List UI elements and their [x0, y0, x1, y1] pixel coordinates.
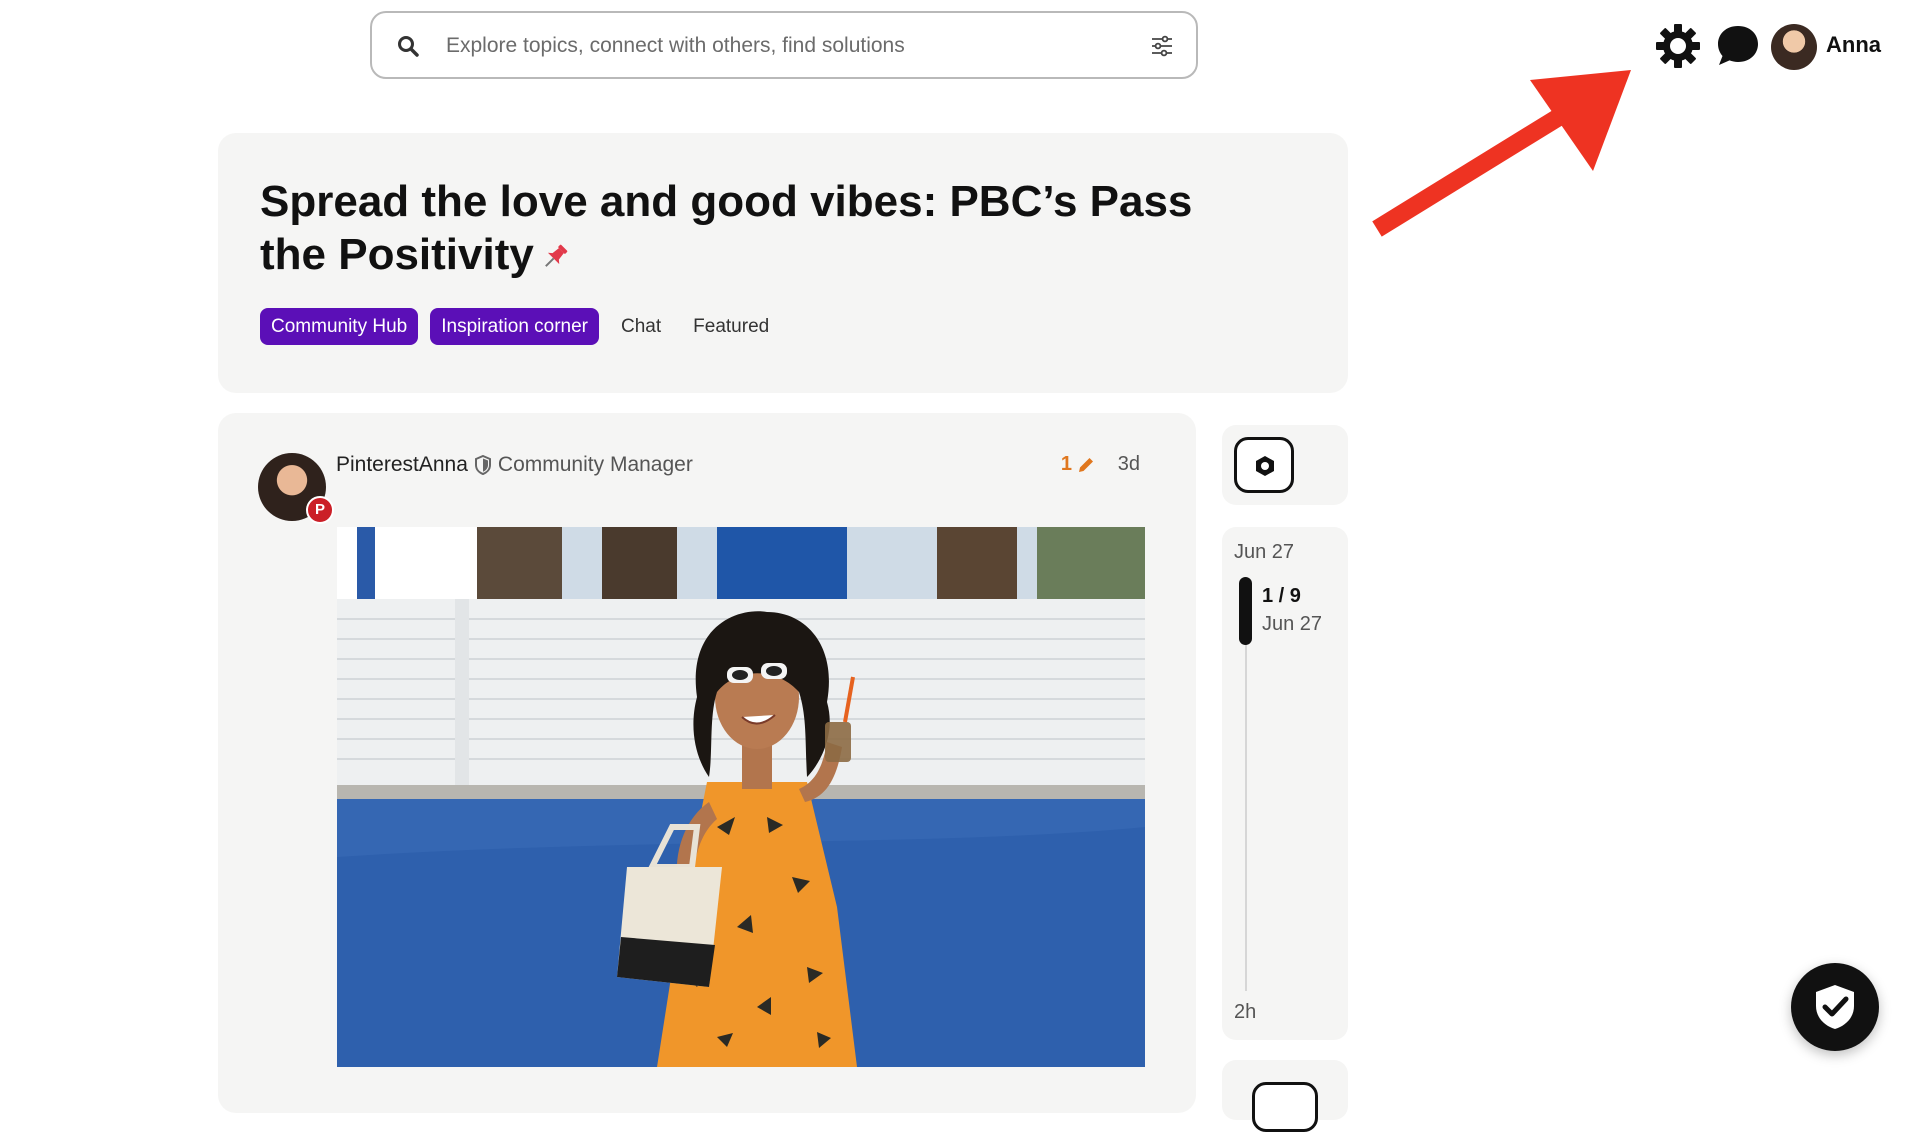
topic-footer-controls: [1222, 1060, 1348, 1132]
category-badge-community-hub[interactable]: Community Hub: [260, 308, 419, 345]
pencil-icon: [1079, 457, 1093, 472]
annotation-arrow: [1372, 70, 1631, 237]
post-photo: [337, 527, 1145, 1067]
post-image: [337, 527, 1145, 1067]
page-title: Spread the love and good vibes: PBC’s Pa…: [260, 175, 1260, 281]
hexagon-icon: [1256, 456, 1274, 476]
edit-history-button[interactable]: 1: [1061, 453, 1096, 476]
timeline-current-date: Jun 27: [1262, 613, 1323, 635]
edit-count: 1: [1060, 453, 1072, 475]
timeline-scroll-handle[interactable]: [1239, 577, 1252, 645]
filter-icon[interactable]: [1150, 34, 1174, 58]
topic-timeline: Jun 27 1 / 9 Jun 27 2h: [1222, 527, 1348, 1040]
topic-title-text: Spread the love and good vibes: PBC’s Pa…: [260, 177, 1193, 279]
search-bar[interactable]: [370, 11, 1198, 79]
tag-chat[interactable]: Chat: [611, 308, 671, 345]
post-card: P PinterestAnna Community Manager 1 3d: [218, 413, 1196, 1113]
gear-icon[interactable]: [1653, 21, 1703, 71]
timeline-end-label[interactable]: 2h: [1234, 1001, 1256, 1024]
security-check-button[interactable]: [1791, 963, 1879, 1051]
timeline-start-date[interactable]: Jun 27: [1234, 541, 1294, 564]
search-icon: [398, 36, 419, 57]
moderator-shield-icon: [474, 455, 491, 475]
avatar[interactable]: [1771, 24, 1817, 70]
user-name[interactable]: Anna: [1826, 32, 1881, 58]
tag-row: Community Hub Inspiration corner Chat Fe…: [260, 308, 779, 345]
tag-featured[interactable]: Featured: [683, 308, 779, 345]
topic-admin-button[interactable]: [1234, 437, 1294, 493]
author-name[interactable]: PinterestAnna: [336, 453, 468, 477]
pin-icon: [544, 245, 568, 268]
author-row: PinterestAnna Community Manager: [336, 453, 693, 477]
author-title: Community Manager: [497, 453, 693, 476]
category-badge-inspiration-corner[interactable]: Inspiration corner: [430, 308, 600, 345]
topic-controls: [1222, 425, 1348, 505]
topic-header: Spread the love and good vibes: PBC’s Pa…: [218, 133, 1348, 393]
chat-icon[interactable]: [1714, 22, 1762, 70]
pinterest-badge-icon: P: [306, 496, 334, 524]
topic-footer-button[interactable]: [1252, 1082, 1318, 1132]
search-input[interactable]: [444, 25, 1108, 67]
timeline-position: 1 / 9: [1262, 585, 1301, 607]
shield-check-icon: [1816, 985, 1854, 1029]
post-age[interactable]: 3d: [1118, 453, 1140, 476]
